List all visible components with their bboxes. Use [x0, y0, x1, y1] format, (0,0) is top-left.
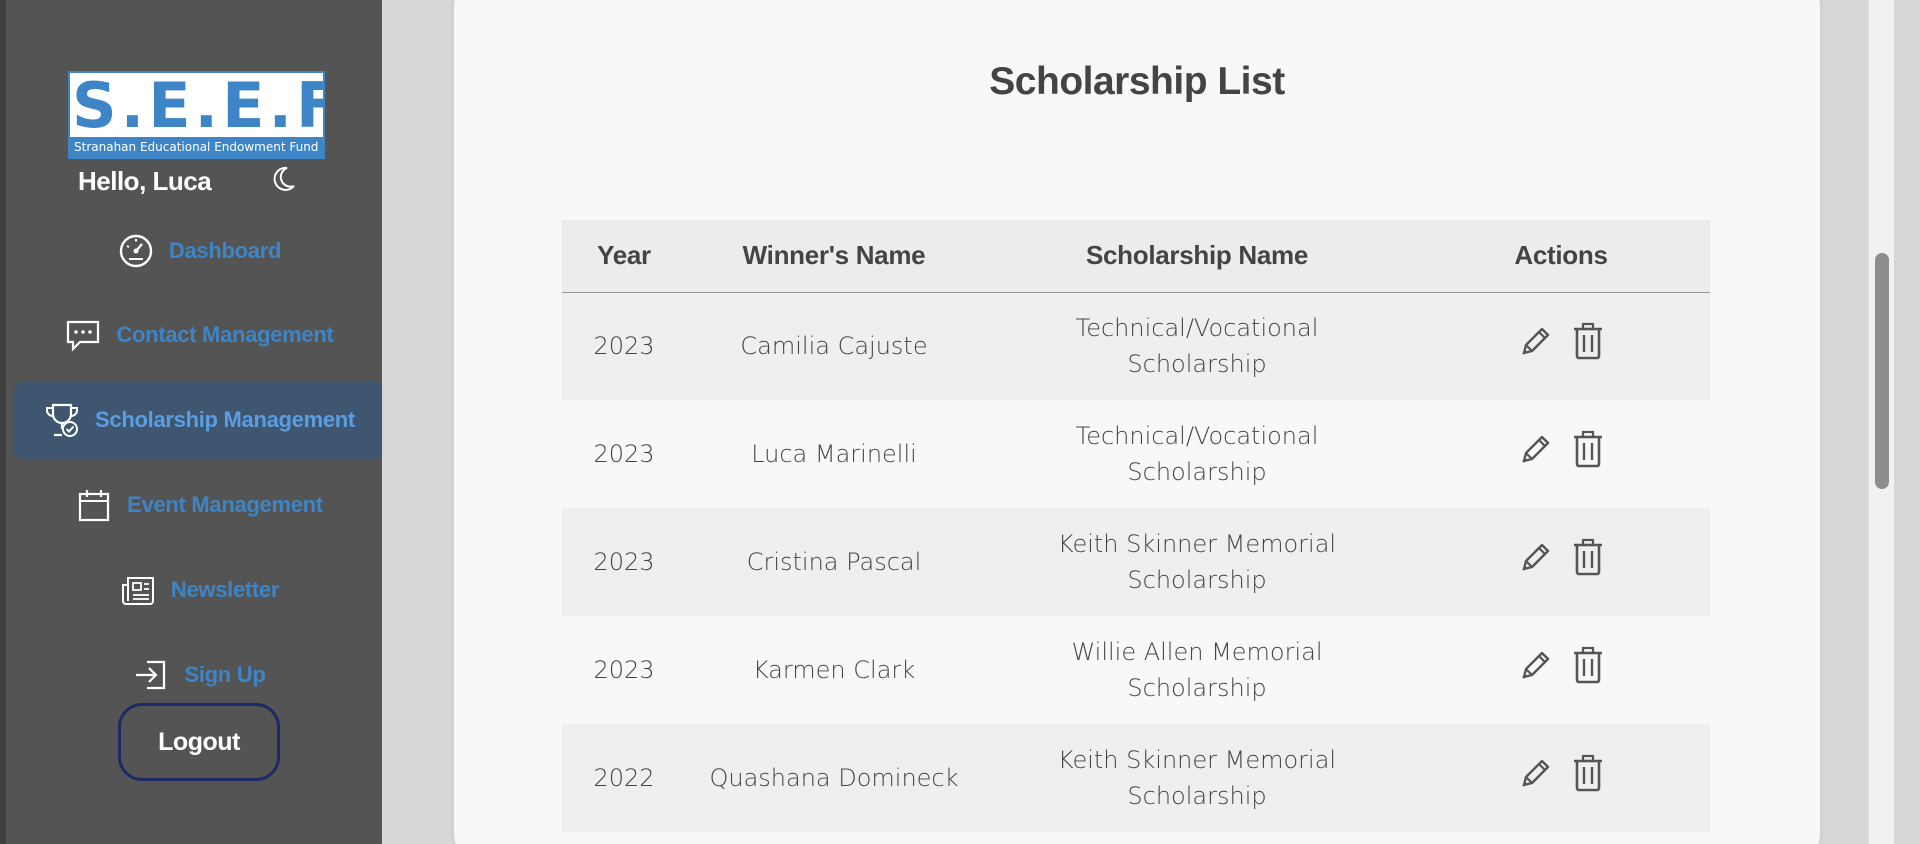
table-row: 2023 Karmen Clark Willie Allen Memorial Sc… — [562, 616, 1710, 724]
delete-button[interactable] — [1570, 321, 1606, 371]
greeting-text: Hello, Luca — [78, 166, 212, 196]
cell-scholarship-name: Technical/Vocational Scholarship — [1075, 422, 1319, 486]
nav-label-dashboard: Dashboard — [168, 238, 282, 263]
seef-logo[interactable]: S.E.E.F. Stranahan Educational Endowment… — [68, 71, 325, 159]
cell-scholarship-name: Technical/Vocational Scholarship — [1075, 314, 1319, 379]
speedometer-icon — [119, 234, 153, 268]
cell-actions — [1412, 508, 1710, 616]
nav-item-scholarship-management[interactable]: Scholarship Management — [14, 381, 384, 459]
newspaper-icon — [121, 577, 154, 605]
row-actions — [1516, 321, 1606, 371]
cell-winner-name: Camilia Cajuste — [740, 332, 928, 361]
cell-winner-name: Luca Marinelli — [751, 440, 917, 468]
edit-button[interactable] — [1516, 753, 1552, 803]
trash-icon[interactable] — [1570, 321, 1606, 361]
cell-scholarship-name: Keith Skinner Memorial Scholarship — [1057, 530, 1337, 594]
nav-label-event-management: Event Management — [127, 492, 323, 517]
delete-button[interactable] — [1570, 753, 1606, 803]
delete-button[interactable] — [1570, 429, 1606, 479]
table-row: 2022 Quashana Domineck Keith Skinner Memor… — [562, 724, 1710, 832]
delete-button[interactable] — [1570, 537, 1606, 587]
cell-year: 2022 — [593, 764, 655, 792]
cell-year: 2023 — [593, 548, 655, 576]
delete-button[interactable] — [1570, 645, 1606, 695]
page-title: Scholarship List — [989, 60, 1285, 103]
pencil-icon[interactable] — [1516, 645, 1552, 685]
calendar-icon — [79, 490, 110, 522]
header-year: Year — [597, 240, 651, 271]
nav-item-dashboard[interactable]: Dashboard — [14, 212, 384, 290]
nav-item-contact-management[interactable]: Contact Management — [14, 296, 384, 374]
scholarship-table-wrap: Year Winner's Name Scholarship Name Acti… — [562, 220, 1710, 832]
scholarship-table: Year Winner's Name Scholarship Name Acti… — [562, 220, 1710, 832]
cell-scholarship-name: Keith Skinner Memorial Scholarship — [1057, 746, 1337, 810]
greeting-row: Hello, Luca — [78, 162, 308, 198]
pencil-icon[interactable] — [1516, 753, 1552, 793]
nav-label-newsletter: Newsletter — [170, 577, 280, 602]
pencil-icon[interactable] — [1516, 429, 1552, 469]
nav-item-event-management[interactable]: Event Management — [14, 466, 384, 544]
header-winner-name: Winner's Name — [742, 240, 926, 271]
scholarship-card: Scholarship List Year Winner's Name Scho… — [454, 0, 1820, 844]
table-header-row: Year Winner's Name Scholarship Name Acti… — [562, 220, 1710, 292]
edit-button[interactable] — [1516, 645, 1552, 695]
edit-button[interactable] — [1516, 429, 1552, 479]
trash-icon[interactable] — [1570, 645, 1606, 685]
header-scholarship-name: Scholarship Name — [1085, 240, 1309, 271]
cell-year: 2023 — [593, 332, 655, 361]
logout-button[interactable]: Logout — [118, 703, 280, 781]
sidebar: S.E.E.F. Stranahan Educational Endowment… — [0, 0, 384, 844]
pencil-icon[interactable] — [1516, 321, 1552, 361]
moon-icon[interactable] — [268, 164, 298, 194]
edit-button[interactable] — [1516, 321, 1552, 371]
scrollbar-thumb[interactable] — [1875, 253, 1889, 489]
main-content: Scholarship List Year Winner's Name Scho… — [382, 0, 1894, 844]
pencil-icon[interactable] — [1516, 537, 1552, 577]
row-actions — [1516, 429, 1606, 479]
row-actions — [1516, 537, 1606, 587]
trash-icon[interactable] — [1570, 537, 1606, 577]
cell-winner-name: Cristina Pascal — [746, 548, 922, 576]
cell-winner-name: Quashana Domineck — [709, 764, 959, 792]
nav-label-scholarship-management: Scholarship Management — [95, 407, 355, 432]
cell-actions — [1412, 616, 1710, 724]
nav-label-sign-up: Sign Up — [184, 662, 266, 687]
trash-icon[interactable] — [1570, 429, 1606, 469]
vertical-scrollbar[interactable] — [1868, 0, 1894, 844]
nav-item-newsletter[interactable]: Newsletter — [14, 551, 384, 629]
table-row: 2023 Cristina Pascal Keith Skinner Memoria… — [562, 508, 1710, 616]
table-row: 2023 Luca Marinelli Technical/Vocational S… — [562, 400, 1710, 508]
cell-actions — [1412, 400, 1710, 508]
cell-scholarship-name: Willie Allen Memorial Scholarship — [1071, 638, 1323, 702]
trash-icon[interactable] — [1570, 753, 1606, 793]
cell-actions — [1412, 724, 1710, 832]
table-row: 2023 Camilia Cajuste Technical/Vocational … — [562, 292, 1710, 400]
logo-mark: S.E.E.F. — [72, 71, 323, 142]
edit-button[interactable] — [1516, 537, 1552, 587]
header-actions: Actions — [1514, 240, 1608, 271]
cell-year: 2023 — [593, 656, 655, 684]
cell-winner-name: Karmen Clark — [752, 656, 916, 684]
cell-year: 2023 — [593, 440, 655, 468]
row-actions — [1516, 753, 1606, 803]
nav-label-contact-management: Contact Management — [116, 322, 334, 347]
logo-subtitle: Stranahan Educational Endowment Fund — [70, 137, 323, 157]
trophy-icon — [46, 403, 79, 437]
sign-in-icon — [136, 660, 166, 690]
cell-actions — [1412, 292, 1710, 400]
chat-bubble-icon — [67, 320, 100, 352]
row-actions — [1516, 645, 1606, 695]
